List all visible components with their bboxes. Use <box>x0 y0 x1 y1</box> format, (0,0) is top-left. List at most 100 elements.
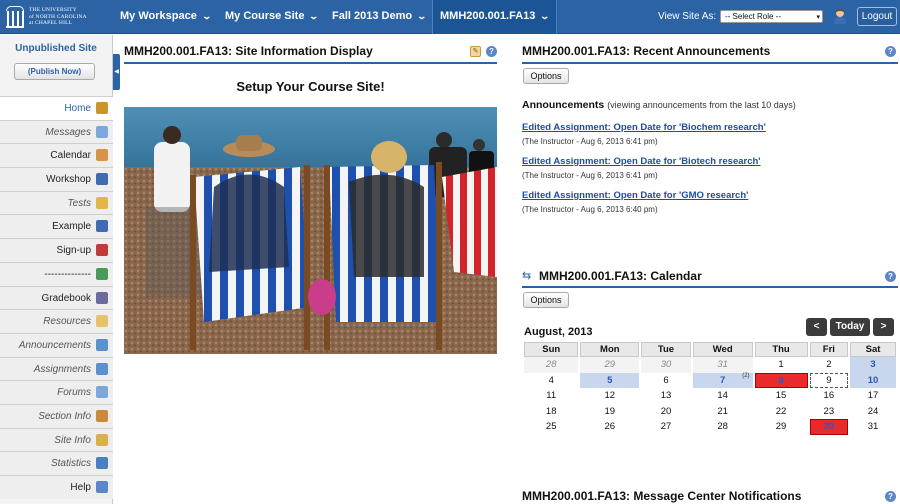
announcements-heading-label: Announcements <box>522 99 605 111</box>
calendar-day[interactable]: 25 <box>524 419 578 435</box>
calendar-day[interactable]: 10 <box>850 372 896 388</box>
sidebar-item[interactable]: Messages <box>0 119 113 144</box>
edit-icon[interactable]: ✎ <box>470 46 481 57</box>
sidebar-item-label: Assignments <box>33 363 91 375</box>
announcement-link[interactable]: Edited Assignment: Open Date for 'Bioche… <box>522 122 766 133</box>
sidebar-item[interactable]: Tests <box>0 190 113 215</box>
calendar-day[interactable]: 24 <box>850 404 896 420</box>
calendar-day[interactable]: 31 <box>692 357 753 373</box>
calendar-day[interactable]: 8 <box>754 372 808 388</box>
calendar-day[interactable]: 18 <box>524 404 578 420</box>
today-button[interactable]: Today <box>830 318 870 336</box>
weekday-header: Fri <box>809 342 849 357</box>
calendar-day[interactable]: 27 <box>641 419 691 435</box>
calendar-week-row: 11 12 13 14 15 16 17 <box>524 388 896 404</box>
calendar-day[interactable]: 2 <box>810 357 849 373</box>
unc-logo[interactable]: THE UNIVERSITY of NORTH CAROLINA at CHAP… <box>6 3 106 31</box>
previous-month-button[interactable]: < <box>806 318 827 336</box>
help-icon[interactable]: ? <box>885 491 896 502</box>
calendar-day-number: 9 <box>826 374 832 386</box>
sidebar-item[interactable]: Calendar <box>0 143 113 168</box>
sidebar-item[interactable]: Section Info <box>0 403 113 428</box>
gradebook-icon <box>96 291 108 304</box>
calendar-day[interactable]: 3 <box>850 357 896 373</box>
calendar-day[interactable]: 23 <box>810 404 849 420</box>
megaphone-icon <box>96 338 108 351</box>
next-month-button[interactable]: > <box>873 318 894 336</box>
user-avatar-icon[interactable] <box>833 8 847 24</box>
sidebar-item[interactable]: Announcements <box>0 332 113 357</box>
sidebar-item[interactable]: Home <box>0 96 113 120</box>
sidebar-item[interactable]: Gradebook <box>0 285 113 310</box>
sidebar-item-label: Gradebook <box>41 292 91 304</box>
sidebar-item[interactable]: Assignments <box>0 356 113 381</box>
calendar-day[interactable]: 29 <box>755 419 808 435</box>
assignment-icon <box>96 362 108 375</box>
calendar-day[interactable]: 6 <box>641 373 691 389</box>
sync-icon[interactable]: ⇆ <box>522 270 534 282</box>
sidebar-item[interactable]: Workshop <box>0 167 113 191</box>
sidebar-item[interactable]: Resources <box>0 309 113 333</box>
calendar-day[interactable]: 7 (2) <box>692 372 753 388</box>
nav-current-site[interactable]: MMH200.001.FA13 ⌄ <box>432 0 557 34</box>
announcements-options-button[interactable]: Options <box>523 68 569 84</box>
calendar-day[interactable]: 12 <box>580 388 639 404</box>
calendar-day-number: 4 <box>548 374 554 386</box>
sidebar-item-label: Messages <box>45 126 91 138</box>
announcement-link[interactable]: Edited Assignment: Open Date for 'GMO re… <box>522 190 748 201</box>
calendar-day[interactable]: 29 <box>580 357 640 373</box>
publish-now-button[interactable]: (Publish Now) <box>14 63 95 80</box>
calendar-day[interactable]: 15 <box>755 388 808 404</box>
sidebar-item[interactable]: Example <box>0 214 113 239</box>
sidebar-item[interactable]: Help <box>0 475 113 499</box>
calendar-day[interactable]: 30 <box>641 357 691 373</box>
weekday-header: Tue <box>641 342 691 357</box>
calendar-day[interactable]: 13 <box>641 388 691 404</box>
calendar-day[interactable]: 14 <box>693 388 753 404</box>
home-icon <box>96 102 108 114</box>
announcement-link[interactable]: Edited Assignment: Open Date for 'Biotec… <box>522 156 761 167</box>
help-icon[interactable]: ? <box>885 271 896 282</box>
sidebar-item[interactable]: Forums <box>0 380 113 404</box>
calendar-day[interactable]: 20 <box>641 404 691 420</box>
calendar-day-number: 31 <box>867 421 879 433</box>
calendar-day[interactable]: 28 <box>693 419 753 435</box>
calendar-day[interactable]: 11 <box>524 388 578 404</box>
sidebar-item[interactable]: -------------- <box>0 261 113 286</box>
weekday-header: Mon <box>580 342 640 357</box>
calendar-day[interactable]: 26 <box>580 419 639 435</box>
calendar-day-number: 24 <box>867 405 879 417</box>
calendar-day[interactable]: 21 <box>693 404 753 420</box>
calendar-day-number: 5 <box>607 374 613 386</box>
calendar-day[interactable]: 19 <box>580 404 639 420</box>
calendar-day[interactable]: 5 <box>580 372 640 388</box>
help-icon <box>96 481 108 493</box>
role-select[interactable]: -- Select Role -- ▾ <box>720 10 823 23</box>
calendar-day[interactable]: 16 <box>810 388 849 404</box>
calendar-day[interactable]: 9 <box>809 372 849 388</box>
calendar-day-number: 17 <box>867 390 879 402</box>
calendar-day[interactable]: 17 <box>850 388 896 404</box>
sidebar-item[interactable]: Sign-up <box>0 238 113 262</box>
calendar-day-number: 30 <box>823 421 835 433</box>
nav-my-workspace[interactable]: My Workspace ⌄ <box>120 0 212 34</box>
logout-button[interactable]: Logout <box>857 7 897 26</box>
calendar-day[interactable]: 22 <box>755 404 808 420</box>
help-icon[interactable]: ? <box>486 46 497 57</box>
collapse-sidebar-toggle[interactable]: ◀ <box>113 54 120 90</box>
calendar-day[interactable]: 28 <box>524 357 579 373</box>
sidebar-item-label: Announcements <box>18 339 91 351</box>
sidebar-item[interactable]: Site Info <box>0 427 113 452</box>
calendar-day[interactable]: 30 <box>809 419 849 435</box>
sidebar-item[interactable]: Statistics <box>0 451 113 475</box>
calendar-day[interactable]: 4 <box>524 373 578 389</box>
calendar-title: MMH200.001.FA13: Calendar <box>539 269 702 283</box>
calendar-day[interactable]: 31 <box>850 419 896 435</box>
calendar-day-number: 21 <box>717 405 728 417</box>
calendar-day[interactable]: 1 <box>755 357 808 373</box>
nav-fall-2013-demo[interactable]: Fall 2013 Demo ⌄ <box>332 0 427 34</box>
calendar-options-button[interactable]: Options <box>523 292 569 308</box>
calendar-day-number: 29 <box>604 359 616 371</box>
help-icon[interactable]: ? <box>885 46 896 57</box>
nav-my-course-site[interactable]: My Course Site ⌄ <box>225 0 320 34</box>
